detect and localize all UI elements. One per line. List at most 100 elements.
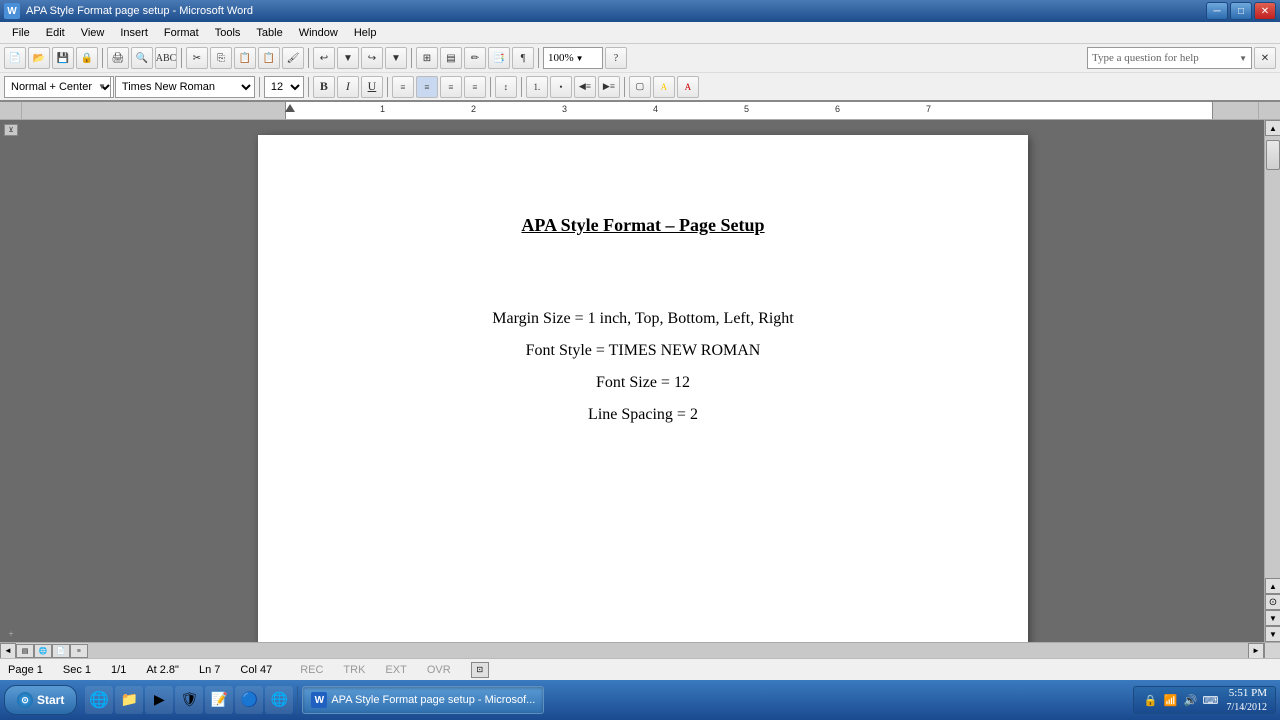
tray-security-icon[interactable]: 🔒 xyxy=(1142,692,1158,708)
new-button[interactable]: 📄 xyxy=(4,47,26,69)
highlight-button[interactable]: A xyxy=(653,76,675,98)
ruler-num-1: 1 xyxy=(380,104,385,114)
menu-view[interactable]: View xyxy=(73,25,113,41)
print-view-button[interactable]: 📄 xyxy=(52,644,70,658)
save-button[interactable]: 💾 xyxy=(52,47,74,69)
tray-volume-icon[interactable]: 🔊 xyxy=(1182,692,1198,708)
zoom-value: 100% xyxy=(548,52,574,64)
menu-edit[interactable]: Edit xyxy=(38,25,73,41)
menu-file[interactable]: File xyxy=(4,25,38,41)
decrease-indent-button[interactable]: ◀≡ xyxy=(574,76,596,98)
spell-button[interactable]: ABC xyxy=(155,47,177,69)
underline-button[interactable]: U xyxy=(361,76,383,98)
web-view-button[interactable]: 🌐 xyxy=(34,644,52,658)
help-button[interactable]: ? xyxy=(605,47,627,69)
start-orb: ⊙ xyxy=(17,692,33,708)
line-spacing-button[interactable]: ↕ xyxy=(495,76,517,98)
media-quicklaunch[interactable]: ▶ xyxy=(145,686,173,714)
tray-network-icon[interactable]: 📶 xyxy=(1162,692,1178,708)
hscroll-track[interactable] xyxy=(88,643,1248,658)
paste-special-button[interactable]: 📋 xyxy=(258,47,280,69)
table-button[interactable]: ⊞ xyxy=(416,47,438,69)
menu-format[interactable]: Format xyxy=(156,25,207,41)
scroll-thumb[interactable] xyxy=(1266,140,1280,170)
paste-button[interactable]: 📋 xyxy=(234,47,256,69)
undo-button[interactable]: ↩ xyxy=(313,47,335,69)
zoom-dropdown-icon[interactable]: ▼ xyxy=(576,54,584,63)
scroll-track[interactable] xyxy=(1265,136,1280,578)
chrome-quicklaunch[interactable]: 🔵 xyxy=(235,686,263,714)
explorer-quicklaunch[interactable]: 🌐 xyxy=(265,686,293,714)
help-search-dropdown[interactable]: ▼ xyxy=(1239,54,1247,63)
scroll-object-select[interactable]: ⊙ xyxy=(1265,594,1280,610)
ie-quicklaunch[interactable]: 🌐 xyxy=(85,686,113,714)
scroll-up-button[interactable]: ▲ xyxy=(1265,120,1280,136)
menu-window[interactable]: Window xyxy=(291,25,346,41)
outline-view-button[interactable]: ≡ xyxy=(70,644,88,658)
start-button[interactable]: ⊙ Start xyxy=(4,685,77,715)
sep2 xyxy=(181,48,182,68)
sep-f3 xyxy=(308,77,309,97)
hscroll-left-button[interactable]: ◄ xyxy=(0,643,16,659)
redo-button[interactable]: ↪ xyxy=(361,47,383,69)
redo-dropdown[interactable]: ▼ xyxy=(385,47,407,69)
bold-button[interactable]: B xyxy=(313,76,335,98)
align-center-button[interactable]: ≡ xyxy=(416,76,438,98)
document-area[interactable]: APA Style Format – Page Setup Margin Siz… xyxy=(22,120,1264,642)
align-left-button[interactable]: ≡ xyxy=(392,76,414,98)
show-hide-button[interactable]: ¶ xyxy=(512,47,534,69)
menu-help[interactable]: Help xyxy=(346,25,385,41)
border-button[interactable]: ▢ xyxy=(629,76,651,98)
columns-button[interactable]: ▤ xyxy=(440,47,462,69)
folder-quicklaunch[interactable]: 📁 xyxy=(115,686,143,714)
menu-tools[interactable]: Tools xyxy=(207,25,249,41)
zoom-input[interactable]: 100%▼ xyxy=(543,47,603,69)
help-search-input[interactable]: Type a question for help ▼ xyxy=(1087,47,1252,69)
italic-button[interactable]: I xyxy=(337,76,359,98)
font-dropdown[interactable]: Times New Roman Arial Calibri xyxy=(115,76,255,98)
document-page: APA Style Format – Page Setup Margin Siz… xyxy=(258,135,1028,642)
permission-button[interactable]: 🔒 xyxy=(76,47,98,69)
copy-button[interactable]: ⎘ xyxy=(210,47,232,69)
status-macro-btn[interactable]: ⊡ xyxy=(471,662,489,678)
maximize-button[interactable]: □ xyxy=(1230,2,1252,20)
size-dropdown[interactable]: 12 10 11 14 xyxy=(264,76,304,98)
font-color-button[interactable]: A xyxy=(677,76,699,98)
close-button[interactable]: ✕ xyxy=(1254,2,1276,20)
menu-insert[interactable]: Insert xyxy=(112,25,156,41)
toolbar-area: 📄 📂 💾 🔒 🖨 🔍 ABC ✂ ⎘ 📋 📋 🖌 ↩ ▼ ↪ ▼ ⊞ ▤ ✏ … xyxy=(0,44,1280,102)
ruler-num-6: 6 xyxy=(835,104,840,114)
docmap-button[interactable]: 📑 xyxy=(488,47,510,69)
open-button[interactable]: 📂 xyxy=(28,47,50,69)
justify-button[interactable]: ≡ xyxy=(464,76,486,98)
print-button[interactable]: 🖨 xyxy=(107,47,129,69)
tray-keyboard-icon[interactable]: ⌨ xyxy=(1202,692,1218,708)
hscroll-right-button[interactable]: ► xyxy=(1248,643,1264,659)
clock-area[interactable]: 5:51 PM 7/14/2012 xyxy=(1226,686,1267,713)
system-tray: 🔒 📶 🔊 ⌨ 5:51 PM 7/14/2012 xyxy=(1133,686,1276,714)
word-quicklaunch[interactable]: 📝 xyxy=(205,686,233,714)
scroll-next-page[interactable]: ▼ xyxy=(1265,610,1280,626)
scroll-down-button[interactable]: ▼ xyxy=(1265,626,1280,642)
ruler-indent-marker[interactable] xyxy=(285,104,295,112)
increase-indent-button[interactable]: ▶≡ xyxy=(598,76,620,98)
status-rec: REC xyxy=(300,664,323,676)
undo-dropdown[interactable]: ▼ xyxy=(337,47,359,69)
scroll-prev-page[interactable]: ▲ xyxy=(1265,578,1280,594)
antivirus-quicklaunch[interactable]: 🛡 xyxy=(175,686,203,714)
status-col: Col 47 xyxy=(240,664,272,676)
numbering-button[interactable]: 1. xyxy=(526,76,548,98)
print-preview-button[interactable]: 🔍 xyxy=(131,47,153,69)
vertical-scrollbar: ▲ ▲ ⊙ ▼ ▼ xyxy=(1264,120,1280,642)
close-help-button[interactable]: ✕ xyxy=(1254,47,1276,69)
word-taskbar-button[interactable]: W APA Style Format page setup - Microsof… xyxy=(302,686,544,714)
style-dropdown[interactable]: Normal + Center Normal Heading 1 xyxy=(4,76,114,98)
format-painter-button[interactable]: 🖌 xyxy=(282,47,304,69)
menu-table[interactable]: Table xyxy=(248,25,290,41)
bullets-button[interactable]: • xyxy=(550,76,572,98)
align-right-button[interactable]: ≡ xyxy=(440,76,462,98)
normal-view-button[interactable]: ▤ xyxy=(16,644,34,658)
minimize-button[interactable]: ─ xyxy=(1206,2,1228,20)
cut-button[interactable]: ✂ xyxy=(186,47,208,69)
drawing-button[interactable]: ✏ xyxy=(464,47,486,69)
